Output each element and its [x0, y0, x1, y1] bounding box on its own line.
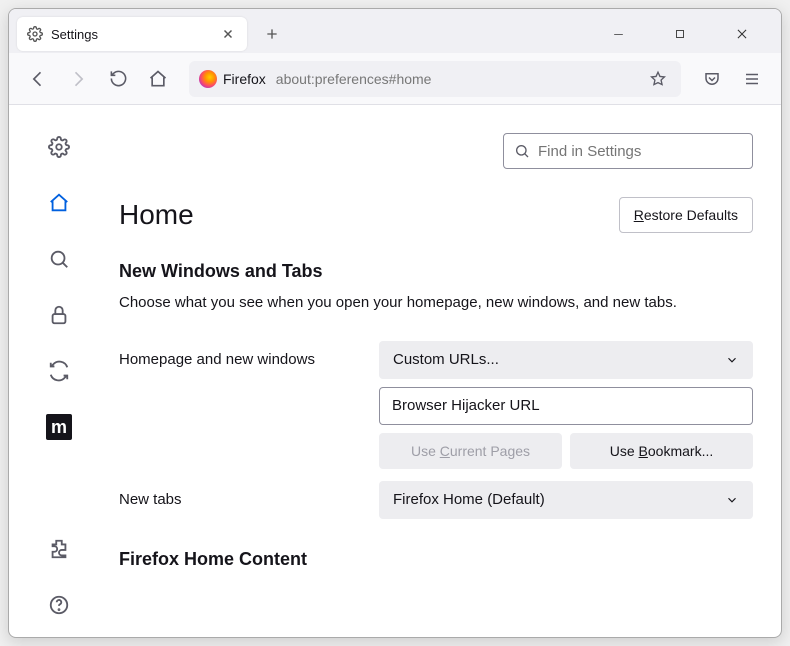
pocket-button[interactable]	[695, 62, 729, 96]
search-icon	[514, 143, 530, 159]
newtabs-dropdown[interactable]: Firefox Home (Default)	[379, 481, 753, 519]
browser-tab[interactable]: Settings	[17, 17, 247, 51]
homepage-url-input[interactable]	[379, 387, 753, 425]
sidebar-item-sync[interactable]	[41, 353, 77, 389]
home-button[interactable]	[141, 62, 175, 96]
section-heading-windows-tabs: New Windows and Tabs	[119, 261, 753, 282]
browser-toolbar: Firefox about:preferences#home	[9, 53, 781, 105]
window-close-button[interactable]	[723, 19, 761, 49]
sidebar: m	[9, 105, 109, 637]
site-identity-label: Firefox	[223, 71, 266, 87]
newtabs-dropdown-value: Firefox Home (Default)	[393, 491, 545, 508]
sidebar-item-general[interactable]	[41, 129, 77, 165]
reload-button[interactable]	[101, 62, 135, 96]
new-tab-button[interactable]	[257, 19, 287, 49]
back-button[interactable]	[21, 62, 55, 96]
sidebar-item-search[interactable]	[41, 241, 77, 277]
use-current-pages-button[interactable]: Use Current Pages	[379, 433, 562, 469]
newtabs-label: New tabs	[119, 481, 379, 508]
homepage-dropdown-value: Custom URLs...	[393, 351, 499, 368]
sidebar-item-help[interactable]	[41, 587, 77, 623]
homepage-label: Homepage and new windows	[119, 341, 379, 368]
forward-button[interactable]	[61, 62, 95, 96]
sidebar-item-home[interactable]	[41, 185, 77, 221]
restore-defaults-button[interactable]: Restore Defaults	[619, 197, 753, 233]
site-identity[interactable]: Firefox	[199, 70, 266, 88]
window-maximize-button[interactable]	[661, 19, 699, 49]
app-menu-button[interactable]	[735, 62, 769, 96]
homepage-dropdown[interactable]: Custom URLs...	[379, 341, 753, 379]
main-content: Home Restore Defaults New Windows and Ta…	[109, 105, 781, 637]
gear-icon	[27, 26, 43, 42]
settings-search[interactable]	[503, 133, 753, 169]
close-tab-icon[interactable]	[219, 25, 237, 43]
chevron-down-icon	[725, 493, 739, 507]
sidebar-item-extensions[interactable]	[41, 531, 77, 567]
firefox-logo-icon	[199, 70, 217, 88]
settings-search-input[interactable]	[538, 143, 742, 160]
tab-title: Settings	[51, 27, 211, 42]
tab-bar: Settings	[9, 9, 781, 53]
chevron-down-icon	[725, 353, 739, 367]
sidebar-item-more-mozilla[interactable]: m	[41, 409, 77, 445]
section-heading-home-content: Firefox Home Content	[119, 549, 753, 570]
use-bookmark-button[interactable]: Use Bookmark...	[570, 433, 753, 469]
bookmark-star-icon[interactable]	[645, 70, 671, 88]
section-description: Choose what you see when you open your h…	[119, 292, 753, 315]
window-minimize-button[interactable]	[599, 19, 637, 49]
url-text: about:preferences#home	[276, 71, 635, 87]
mozilla-logo-icon: m	[46, 414, 72, 440]
url-bar[interactable]: Firefox about:preferences#home	[189, 61, 681, 97]
page-title: Home	[119, 199, 194, 231]
sidebar-item-privacy[interactable]	[41, 297, 77, 333]
